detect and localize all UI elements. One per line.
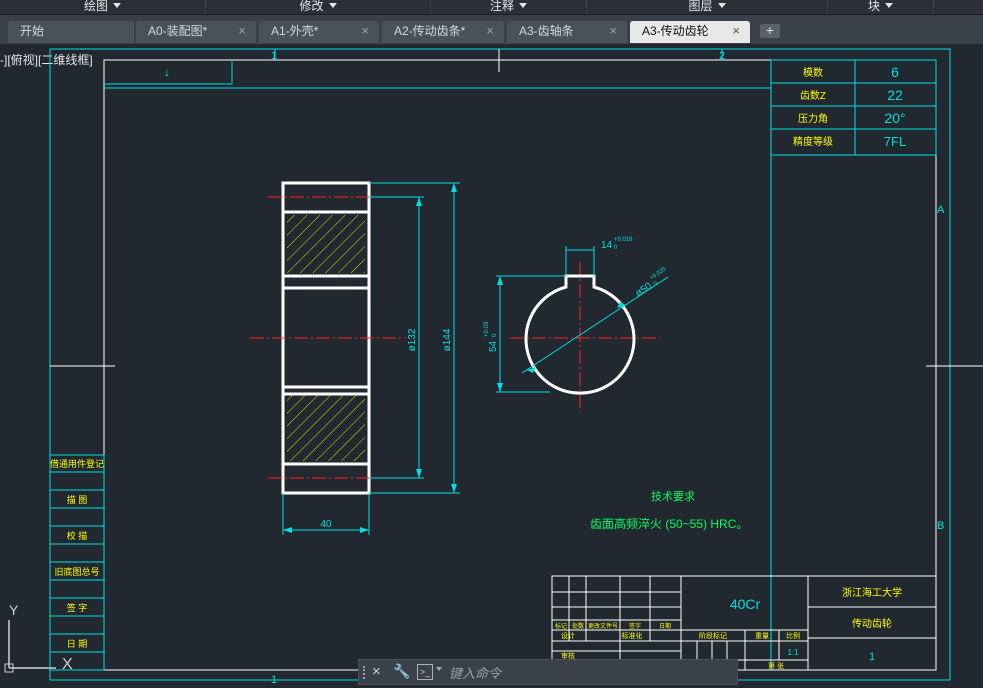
zone-label-b: B — [937, 520, 944, 532]
close-icon[interactable]: × — [609, 21, 617, 41]
chevron-down-icon — [717, 3, 726, 8]
tech-requirements-note: 齿面高频淬火 (50~55) HRC。 — [590, 516, 748, 531]
svg-text:标准化: 标准化 — [622, 631, 643, 640]
dim-hub-tol-upper: +0.03 — [484, 321, 490, 337]
gear-section-view: ø132 ø144 40 — [250, 181, 460, 535]
param-name-module: 模数 — [803, 66, 823, 79]
dim-width-40: 40 — [320, 519, 332, 530]
chevron-down-icon — [113, 3, 121, 8]
chevron-down-icon — [885, 3, 893, 8]
title-scale: 1:1 — [787, 648, 799, 657]
zone-label-top-1: 1 — [271, 50, 277, 62]
svg-text:日 期: 日 期 — [67, 639, 88, 649]
tab-a2-rack[interactable]: A2-传动齿条* × — [382, 21, 504, 43]
close-icon[interactable]: × — [486, 21, 494, 41]
close-command-line-button[interactable]: × — [372, 663, 381, 680]
tab-a0-assembly[interactable]: A0-装配图* × — [136, 21, 256, 43]
grip-handle[interactable] — [363, 666, 368, 679]
svg-text:描 图: 描 图 — [67, 494, 88, 505]
dim-diameter-132: ø132 — [407, 328, 418, 351]
ribbon-panel-layers[interactable]: 图层 — [587, 0, 828, 14]
zone-label-a: A — [937, 204, 945, 216]
svg-text:日期: 日期 — [659, 622, 671, 630]
bore-view: 14 +0.018 0 54 +0.03 0 ø50 +0.025 0 — [484, 237, 669, 412]
dim-hub-54: 54 — [488, 340, 499, 352]
chevron-down-icon — [519, 3, 527, 8]
ribbon-panel-bar: 绘图 修改 注释 图层 块 — [0, 0, 983, 15]
param-name-accuracy: 精度等级 — [793, 135, 833, 148]
svg-text:阶段标记: 阶段标记 — [699, 631, 727, 640]
title-school: 浙江海工大学 — [842, 586, 902, 599]
add-tab-button[interactable]: + — [760, 23, 780, 38]
svg-text:设计: 设计 — [561, 631, 575, 640]
dim-bore-50: ø50 — [634, 280, 655, 299]
svg-text:借通用件登记: 借通用件登记 — [50, 458, 104, 469]
close-icon[interactable]: × — [238, 21, 246, 41]
dim-keyway-tol-upper: +0.018 — [614, 237, 633, 243]
tab-start[interactable]: 开始 — [8, 21, 134, 43]
param-name-teeth: 齿数Z — [800, 89, 826, 102]
param-value-module: 6 — [891, 64, 899, 80]
document-tab-bar: 开始 A0-装配图* × A1-外壳* × A2-传动齿条* × A3-齿轴条 × A3… — [0, 15, 983, 44]
corner-arrow: ↓ — [164, 65, 170, 79]
drawing-canvas[interactable]: 1 2 1 2 A B ↓ 模数 6 齿数Z 22 压力角 20° 精度等级 7… — [0, 44, 983, 688]
axis-x-label: X — [62, 656, 73, 673]
left-record-strip: 借通用件登记 描 图 校 描 旧底图总号 签 字 日 期 — [49, 454, 105, 671]
chevron-down-icon — [328, 3, 337, 8]
ribbon-panel-draw[interactable]: 绘图 — [0, 0, 206, 14]
ribbon-panel-annotate[interactable]: 注释 — [431, 0, 587, 14]
ribbon-panel-block[interactable]: 块 — [828, 0, 934, 14]
param-value-pressure-angle: 20° — [884, 110, 905, 126]
svg-text:标记: 标记 — [555, 622, 567, 630]
svg-text:签字: 签字 — [629, 622, 641, 630]
ribbon-panel-modify[interactable]: 修改 — [206, 0, 431, 14]
tab-a3-shaft[interactable]: A3-齿轴条 × — [507, 21, 627, 43]
tab-a3-gear[interactable]: A3-传动齿轮 × — [630, 21, 750, 43]
svg-text:签 字: 签 字 — [67, 602, 88, 613]
sheet-inner-border — [103, 59, 937, 671]
command-line: × 🔧 >_ — [358, 659, 738, 685]
param-name-pressure-angle: 压力角 — [798, 112, 828, 125]
param-value-teeth: 22 — [887, 87, 903, 103]
title-part-name: 传动齿轮 — [852, 617, 892, 630]
dim-diameter-144: ø144 — [442, 328, 453, 351]
axis-y-label: Y — [9, 602, 19, 618]
tech-requirements-title: 技术要求 — [651, 490, 695, 503]
svg-text:第 张: 第 张 — [768, 661, 784, 670]
gear-parameter-table: 模数 6 齿数Z 22 压力角 20° 精度等级 7FL — [770, 59, 937, 156]
svg-text:比例: 比例 — [786, 631, 800, 640]
svg-text:重量: 重量 — [755, 632, 769, 640]
svg-text:旧底图总号: 旧底图总号 — [54, 566, 99, 577]
chevron-down-icon[interactable] — [436, 667, 442, 671]
zone-label-top-2: 2 — [719, 50, 725, 62]
dim-hub-tol-lower: 0 — [492, 333, 498, 337]
dim-keyway-tol-lower: 0 — [614, 245, 618, 251]
close-icon[interactable]: × — [732, 21, 740, 41]
title-material: 40Cr — [730, 596, 761, 612]
wrench-icon[interactable]: 🔧 — [393, 663, 410, 680]
param-value-accuracy: 7FL — [884, 134, 906, 149]
dim-keyway-14: 14 — [601, 240, 613, 251]
svg-text:校 描: 校 描 — [67, 530, 88, 541]
close-icon[interactable]: × — [361, 21, 369, 41]
svg-text:更改文件号: 更改文件号 — [588, 622, 618, 630]
tab-a1-housing[interactable]: A1-外壳* × — [259, 21, 379, 43]
svg-text:处数: 处数 — [572, 622, 584, 630]
title-block: 40Cr 浙江海工大学 传动齿轮 1 1:1 标记 处数 更改文件号 签字 日期… — [551, 575, 937, 671]
command-input[interactable] — [447, 662, 731, 684]
command-prompt-icon[interactable]: >_ — [417, 664, 433, 680]
title-sheet-number: 1 — [869, 651, 875, 663]
zone-label-bottom-1: 1 — [271, 674, 277, 686]
ucs-axis-icon: Y X — [4, 602, 73, 673]
